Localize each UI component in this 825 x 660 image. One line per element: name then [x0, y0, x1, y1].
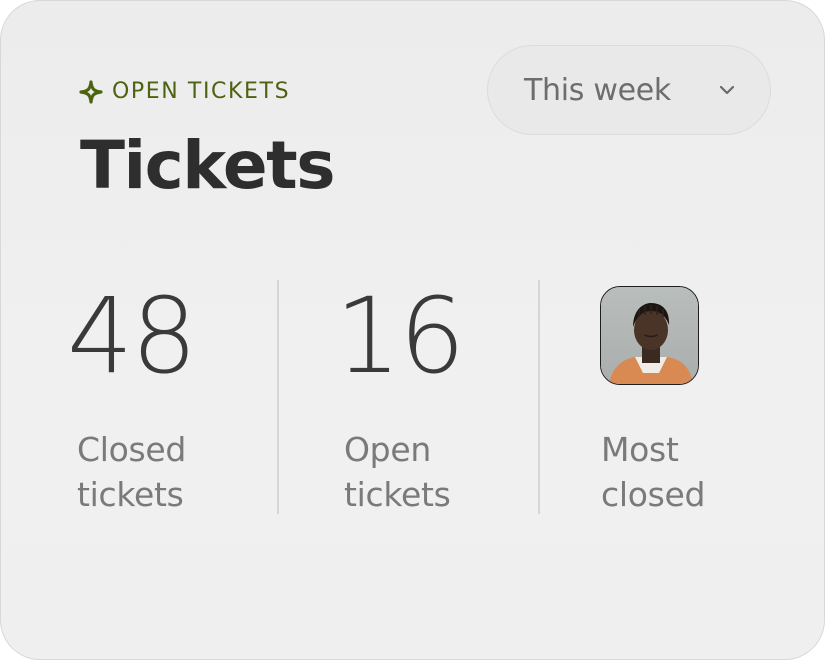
open-tickets-label: Open tickets [344, 427, 534, 517]
open-tickets-label-line2: tickets [344, 475, 451, 514]
stat-divider [277, 280, 279, 514]
closed-tickets-label-line2: tickets [77, 475, 184, 514]
open-tickets-label-line1: Open [344, 430, 431, 469]
tickets-card: OPEN TICKETS Tickets This week 48 Closed… [0, 0, 825, 660]
most-closed-label-line1: Most [601, 430, 679, 469]
closed-tickets-label-line1: Closed [77, 430, 187, 469]
chevron-down-icon [718, 84, 736, 96]
stat-divider [538, 280, 540, 514]
open-tickets-count: 16 [335, 275, 465, 397]
eyebrow-label: OPEN TICKETS [112, 79, 291, 104]
card-title: Tickets [80, 127, 335, 204]
avatar[interactable] [600, 286, 699, 385]
period-select-value: This week [524, 72, 671, 108]
most-closed-label: Most closed [601, 427, 791, 517]
most-closed-label-line2: closed [601, 475, 706, 514]
closed-tickets-label: Closed tickets [77, 427, 267, 517]
sparkle-icon [78, 79, 104, 105]
card-eyebrow: OPEN TICKETS [78, 77, 290, 107]
closed-tickets-count: 48 [67, 275, 197, 397]
period-select[interactable]: This week [487, 45, 771, 135]
